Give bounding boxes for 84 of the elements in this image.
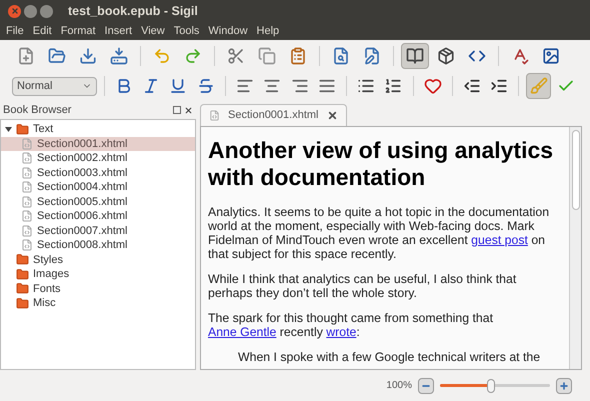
menu-item[interactable]: File [6, 22, 24, 40]
menu-item[interactable]: Help [256, 22, 280, 40]
tree-item[interactable]: Misc [1, 296, 195, 310]
zoom-out-button[interactable] [418, 378, 434, 394]
file-icon [21, 181, 33, 194]
menu-item[interactable]: Tools [174, 22, 200, 40]
paragraph: While I think that analytics can be useful, I also think that perhaps they don’t tell the whole story. [208, 272, 518, 300]
zoom-slider[interactable] [440, 378, 550, 392]
tree-item[interactable]: Section0003.xhtml [1, 166, 195, 180]
edit-icon [363, 46, 381, 64]
link[interactable]: Anne Gentle [208, 325, 276, 339]
tree-item[interactable]: Section0001.xhtml [1, 136, 195, 151]
tree-item[interactable]: Fonts [1, 282, 195, 296]
tree-item[interactable]: Section0006.xhtml [1, 209, 195, 224]
redo-icon [184, 46, 202, 64]
tree-item[interactable]: Section0008.xhtml [1, 238, 195, 252]
expand-arrow-icon[interactable] [5, 126, 12, 133]
document-heading: Another view of using analytics with documentation [208, 137, 554, 191]
save-icon [79, 46, 97, 64]
toolbar-button[interactable] [401, 42, 429, 68]
link[interactable]: wrote [326, 325, 356, 339]
maximize-icon[interactable] [40, 4, 53, 18]
folder-icon [16, 282, 29, 296]
tree-item[interactable]: Section0007.xhtml [1, 224, 195, 238]
align-center-icon [263, 77, 282, 95]
folder-icon [16, 296, 29, 310]
tree-item[interactable]: Text [1, 122, 195, 136]
bullet-list-icon [357, 77, 376, 95]
image-icon [542, 46, 560, 64]
heart-icon [424, 77, 442, 95]
tree-item[interactable]: Section0004.xhtml [1, 180, 195, 194]
close-icon[interactable] [326, 110, 338, 121]
window-title: test_book.epub - Sigil [68, 2, 198, 20]
align-left-icon [236, 77, 254, 95]
tree-item[interactable]: Section0002.xhtml [1, 151, 195, 166]
paste-icon [289, 46, 307, 64]
folder-icon [16, 268, 29, 281]
underline-icon [169, 77, 188, 95]
editor-tab[interactable]: Section0001.xhtml [200, 104, 346, 126]
search-icon [332, 46, 350, 64]
indent-icon [490, 77, 508, 95]
zoom-reading: 100% [386, 379, 412, 393]
broom-icon [530, 77, 548, 95]
copy-icon [258, 46, 276, 64]
menu-item[interactable]: View [141, 22, 165, 40]
tree-item[interactable]: Styles [1, 252, 195, 267]
float-icon[interactable] [173, 106, 181, 114]
folder-icon [48, 46, 66, 64]
file-icon [21, 239, 33, 252]
file-icon [21, 224, 33, 237]
file-icon [21, 196, 33, 208]
align-right-icon [290, 77, 309, 95]
book-icon [406, 46, 424, 64]
folder-icon [16, 253, 29, 266]
zoom-in-button[interactable] [556, 378, 572, 394]
file-icon [21, 210, 33, 222]
menu-item[interactable]: Window [208, 22, 248, 40]
file-icon [21, 152, 33, 164]
quote-text: When I spoke with a few Google technical writers at the [237, 350, 542, 364]
style-dropdown[interactable]: Normal [12, 76, 97, 96]
cut-icon [227, 46, 245, 64]
paragraph: Analytics. It seems to be quite a hot topic in the documentation world at the moment, especially with Web-facing docs. Mark Fidelman of MindTouch even wrote an excellent guest post on that subject for this space recently. [208, 205, 550, 261]
align-justify-icon [318, 77, 336, 95]
tree-item[interactable]: Images [1, 267, 195, 282]
paragraph: The spark for this thought came from something that Anne Gentle recently wrote: [208, 311, 494, 339]
link[interactable]: guest post [471, 233, 528, 247]
menu-item[interactable]: Format [60, 22, 96, 40]
file-icon [209, 110, 220, 121]
file-icon [21, 138, 33, 150]
strikethrough-icon [196, 77, 215, 95]
new-file-icon [17, 46, 35, 64]
panel-title: Book Browser [3, 102, 72, 118]
plus-icon [559, 380, 569, 390]
undo-icon [153, 46, 171, 64]
numbered-list-icon [384, 77, 402, 95]
minimize-icon[interactable] [24, 4, 37, 18]
close-icon[interactable] [184, 106, 193, 114]
folder-icon [16, 122, 29, 136]
menu-item[interactable]: Insert [104, 22, 132, 40]
outdent-icon [462, 77, 481, 95]
file-icon [21, 166, 33, 179]
tree-item[interactable]: Section0005.xhtml [1, 194, 195, 209]
menu-item[interactable]: Edit [32, 22, 52, 40]
scrollbar[interactable] [569, 127, 581, 369]
